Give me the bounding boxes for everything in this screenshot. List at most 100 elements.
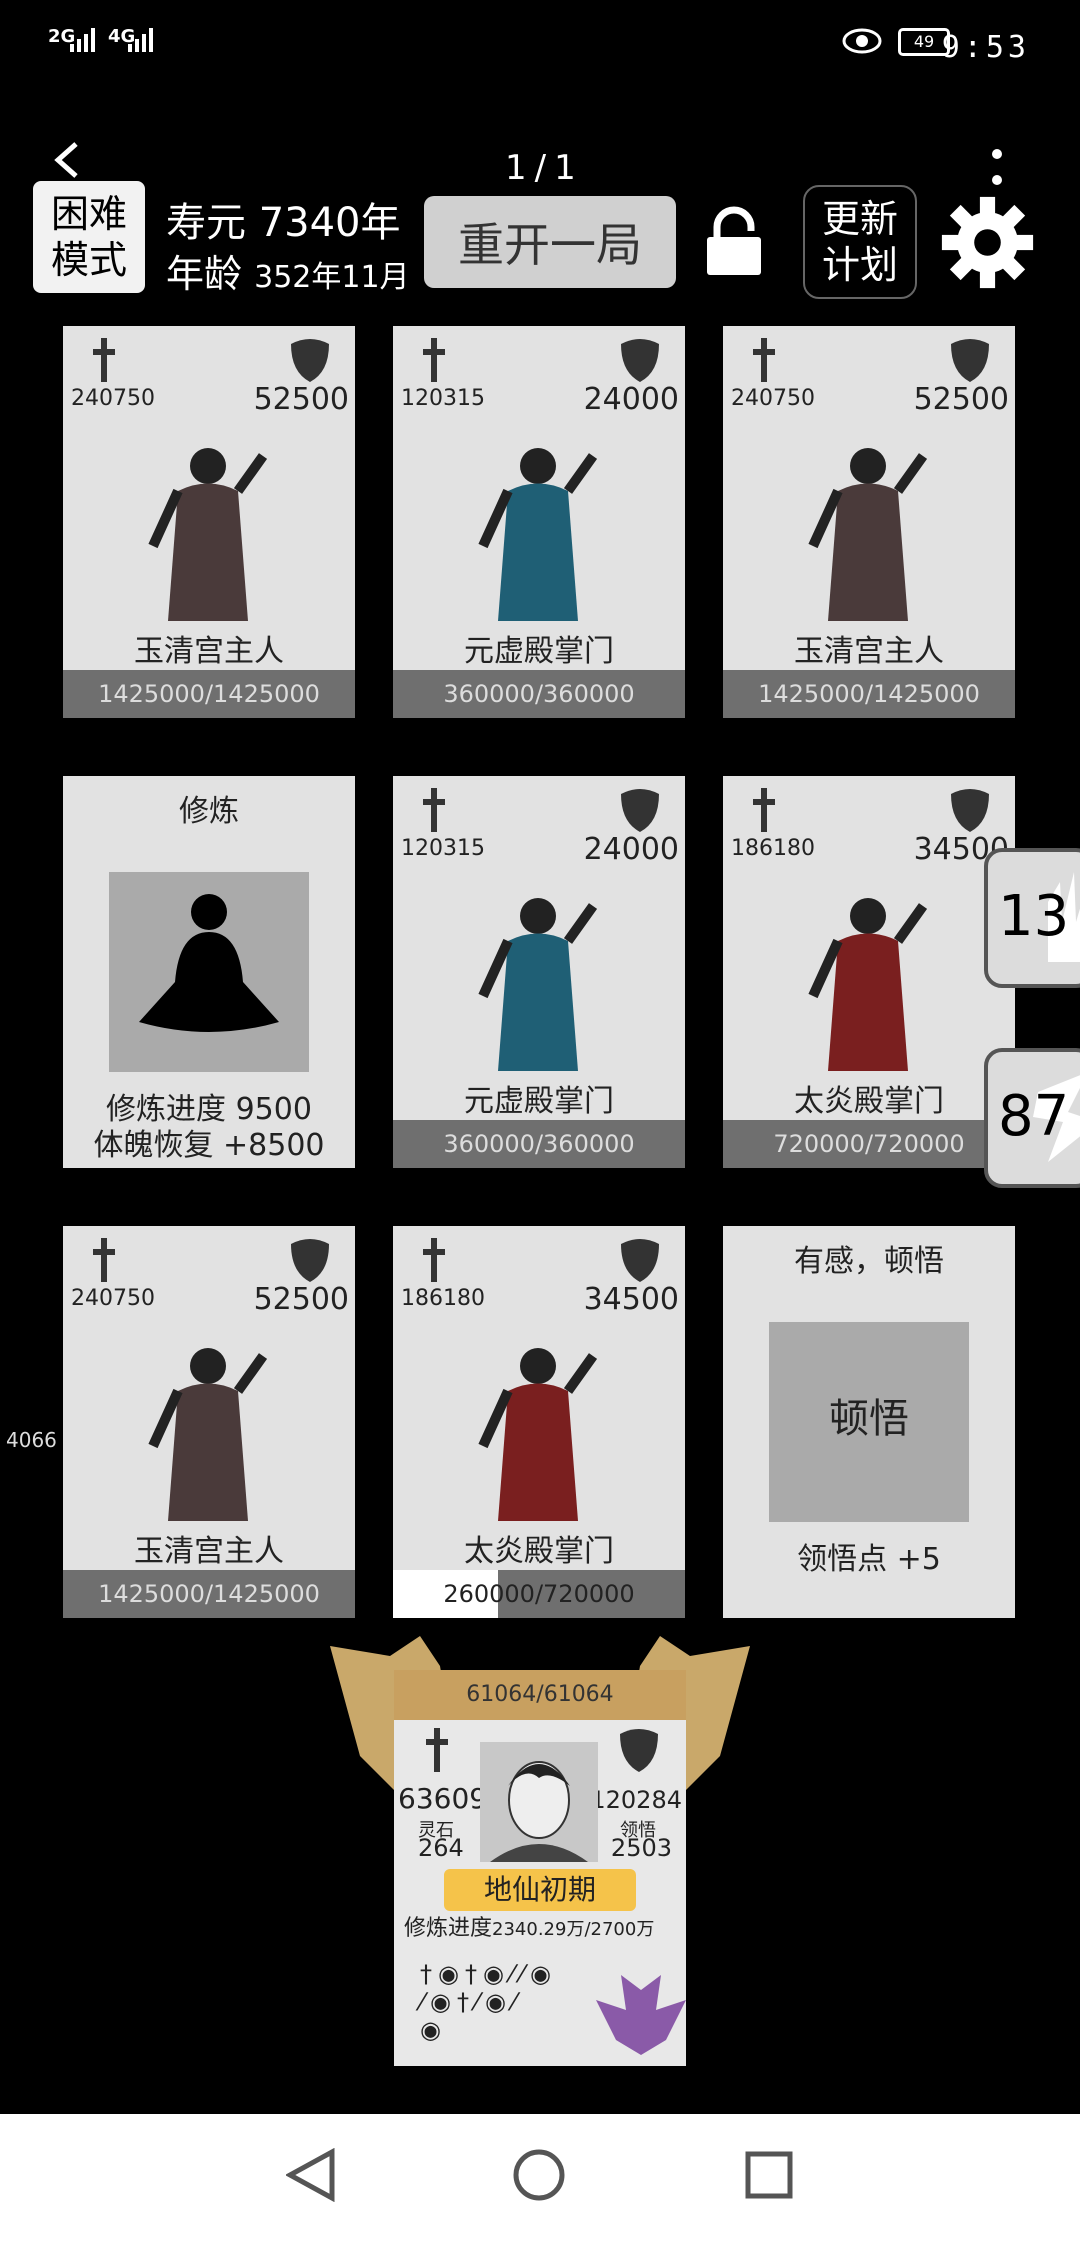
recents-square-icon[interactable]	[744, 2150, 794, 2200]
event-card[interactable]: 修炼 修炼进度 9500 体魄恢复 +8500	[63, 776, 355, 1168]
defense-value: 52500	[913, 382, 1009, 417]
cultivation-progress-label: 修炼进度	[404, 1916, 493, 1941]
shield-icon	[291, 1239, 329, 1282]
enemy-card[interactable]: 186180 34500 太炎殿掌门 260000/720000	[393, 1226, 685, 1618]
hp-text: 1425000/1425000	[758, 680, 980, 708]
shield-icon	[621, 339, 659, 382]
sword-icon	[423, 338, 445, 382]
svg-text:顿悟: 顿悟	[829, 1396, 909, 1442]
cultivation-progress: 修炼进度2340.29万/2700万	[404, 1910, 654, 1942]
hp-bar: 720000/720000	[723, 1120, 1015, 1168]
restart-button[interactable]: 重开一局	[424, 196, 676, 288]
enemy-card[interactable]: 186180 34500 太炎殿掌门 720000/720000	[723, 776, 1015, 1168]
player-attack: 63609	[398, 1782, 488, 1815]
bat-creature-icon	[596, 1975, 686, 2055]
sword-icon	[426, 1728, 448, 1772]
left-side-number: 4066	[6, 1428, 57, 1452]
character-figure	[808, 898, 928, 1071]
character-name: 元虚殿掌门	[464, 634, 614, 669]
shield-icon	[291, 339, 329, 382]
defense-value: 34500	[583, 1282, 679, 1317]
update-plan-button[interactable]: 更新计划	[803, 185, 917, 299]
update-plan-label: 更新计划	[821, 197, 898, 287]
hp-bar: 1425000/1425000	[63, 670, 355, 718]
shield-icon	[620, 1729, 658, 1772]
enemy-card[interactable]: 120315 24000 元虚殿掌门 360000/360000	[393, 776, 685, 1168]
sword-icon	[93, 338, 115, 382]
sword-icon	[753, 788, 775, 832]
player-avatar	[480, 1742, 598, 1862]
event-card[interactable]: 有感，顿悟 顿悟 领悟点 +5	[723, 1226, 1015, 1618]
attack-value: 240750	[731, 386, 815, 411]
settings-button[interactable]	[940, 195, 1035, 290]
enlightenment-calligraphy: 顿悟	[769, 1322, 969, 1522]
character-figure	[808, 448, 928, 621]
attack-value: 120315	[401, 836, 485, 861]
hp-bar: 260000/720000	[393, 1570, 685, 1618]
character-name: 玉清宫主人	[134, 634, 284, 669]
rune-icon: ◉	[529, 1960, 557, 1988]
hp-text: 720000/720000	[773, 1130, 965, 1158]
character-name: 玉清宫主人	[794, 634, 944, 669]
restart-counter: 1/1	[505, 148, 584, 188]
lifespan-text: 寿元 7340年	[166, 200, 401, 246]
eye-icon	[842, 26, 882, 60]
enemy-card[interactable]: 120315 24000 元虚殿掌门 360000/360000	[393, 326, 685, 718]
age-text: 年龄 352年11月	[166, 243, 410, 298]
back-button[interactable]	[48, 140, 88, 180]
chevron-left-icon	[54, 142, 78, 178]
character-name: 太炎殿掌门	[464, 1534, 614, 1569]
rune-icon: ◉	[430, 1988, 457, 2016]
enemy-card[interactable]: 240750 52500 玉清宫主人 1425000/1425000	[63, 1226, 355, 1618]
meditation-figure	[109, 872, 309, 1072]
enemy-card[interactable]: 240750 52500 玉清宫主人 1425000/1425000	[63, 326, 355, 718]
rune-icon: ◉	[482, 1960, 510, 1988]
player-card[interactable]: 63609 120284 灵石 264 领悟 2503 修炼进度2340.29万…	[394, 1670, 686, 2066]
shield-icon	[951, 789, 989, 832]
character-figure	[148, 448, 268, 621]
system-nav-bar	[0, 2114, 1080, 2244]
enemy-card[interactable]: 240750 52500 玉清宫主人 1425000/1425000	[723, 326, 1015, 718]
shield-icon	[951, 339, 989, 382]
slash-icon: ⁄	[519, 1960, 530, 1988]
sword-icon: †	[456, 1988, 475, 2016]
insight-value: 2503	[610, 1834, 672, 1862]
defense-value: 24000	[583, 832, 679, 867]
realm-badge: 地仙初期	[444, 1869, 636, 1911]
cultivation-progress-value: 2340.29万/2700万	[492, 1919, 655, 1940]
hand-count: 13	[998, 884, 1070, 949]
energy-count: 87	[998, 1084, 1070, 1149]
hp-bar: 360000/360000	[393, 1120, 685, 1168]
rune-icon: ◉	[484, 1988, 512, 2016]
more-menu-icon[interactable]	[992, 148, 1002, 188]
attack-value: 186180	[401, 1286, 485, 1311]
home-circle-icon[interactable]	[512, 2148, 566, 2202]
sword-icon: †	[420, 1960, 438, 1988]
lock-button[interactable]	[705, 205, 763, 277]
sword-icon	[423, 1238, 445, 1282]
character-figure	[148, 1348, 268, 1521]
sword-icon	[423, 788, 445, 832]
status-bar: 2G 4G 49 9:53	[0, 20, 1080, 80]
rune-icon: ◉	[438, 1960, 465, 1988]
sword-icon	[753, 338, 775, 382]
character-name: 太炎殿掌门	[794, 1084, 944, 1119]
slash-icon: ⁄	[511, 1988, 522, 2016]
attack-value: 240750	[71, 386, 155, 411]
event-title: 修炼	[179, 794, 239, 829]
signal-bars-icon	[126, 24, 160, 58]
gear-icon	[941, 196, 1034, 289]
slash-icon: ⁄	[474, 1988, 485, 2016]
attack-value: 120315	[401, 386, 485, 411]
hand-count-tab[interactable]: 13	[984, 848, 1080, 988]
hp-text: 260000/720000	[443, 1580, 635, 1608]
slash-icon: ⁄	[509, 1960, 520, 1988]
rune-icon: ◉	[420, 2016, 447, 2044]
back-triangle-icon[interactable]	[286, 2148, 336, 2202]
age-value: 352年11月	[254, 260, 410, 295]
difficulty-mode-button[interactable]: 困难模式	[33, 181, 145, 293]
energy-count-tab[interactable]: 87	[984, 1048, 1080, 1188]
character-name: 玉清宫主人	[134, 1534, 284, 1569]
hp-text: 360000/360000	[443, 1130, 635, 1158]
event-title: 有感，顿悟	[794, 1244, 944, 1279]
